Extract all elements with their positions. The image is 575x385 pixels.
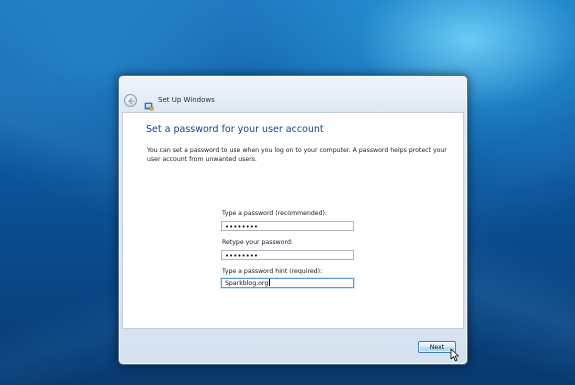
text-caret <box>269 279 271 286</box>
description-text: You can set a password to use when you l… <box>147 147 447 163</box>
retype-password-label: Retype your password: <box>222 239 293 246</box>
password-hint-label: Type a password hint (required): <box>222 268 323 275</box>
back-button[interactable] <box>124 94 137 107</box>
window-title: Set Up Windows <box>158 96 215 104</box>
mouse-pointer-icon <box>450 347 460 362</box>
windows-setup-icon <box>144 96 154 111</box>
retype-password-field[interactable]: •••••••• <box>221 250 354 260</box>
title-bar: Set Up Windows <box>119 76 467 112</box>
password-hint-field[interactable]: Sparkblog.org <box>221 278 354 288</box>
password-field[interactable]: •••••••• <box>221 221 354 231</box>
footer-bar: Next <box>119 328 467 364</box>
content-panel: Set a password for your user account You… <box>122 112 464 329</box>
setup-window: Set Up Windows Set a password for your u… <box>118 75 468 365</box>
password-label: Type a password (recommended): <box>222 210 328 217</box>
password-hint-value: Sparkblog.org <box>225 280 269 287</box>
page-title: Set a password for your user account <box>146 124 324 135</box>
back-arrow-icon <box>128 97 134 105</box>
